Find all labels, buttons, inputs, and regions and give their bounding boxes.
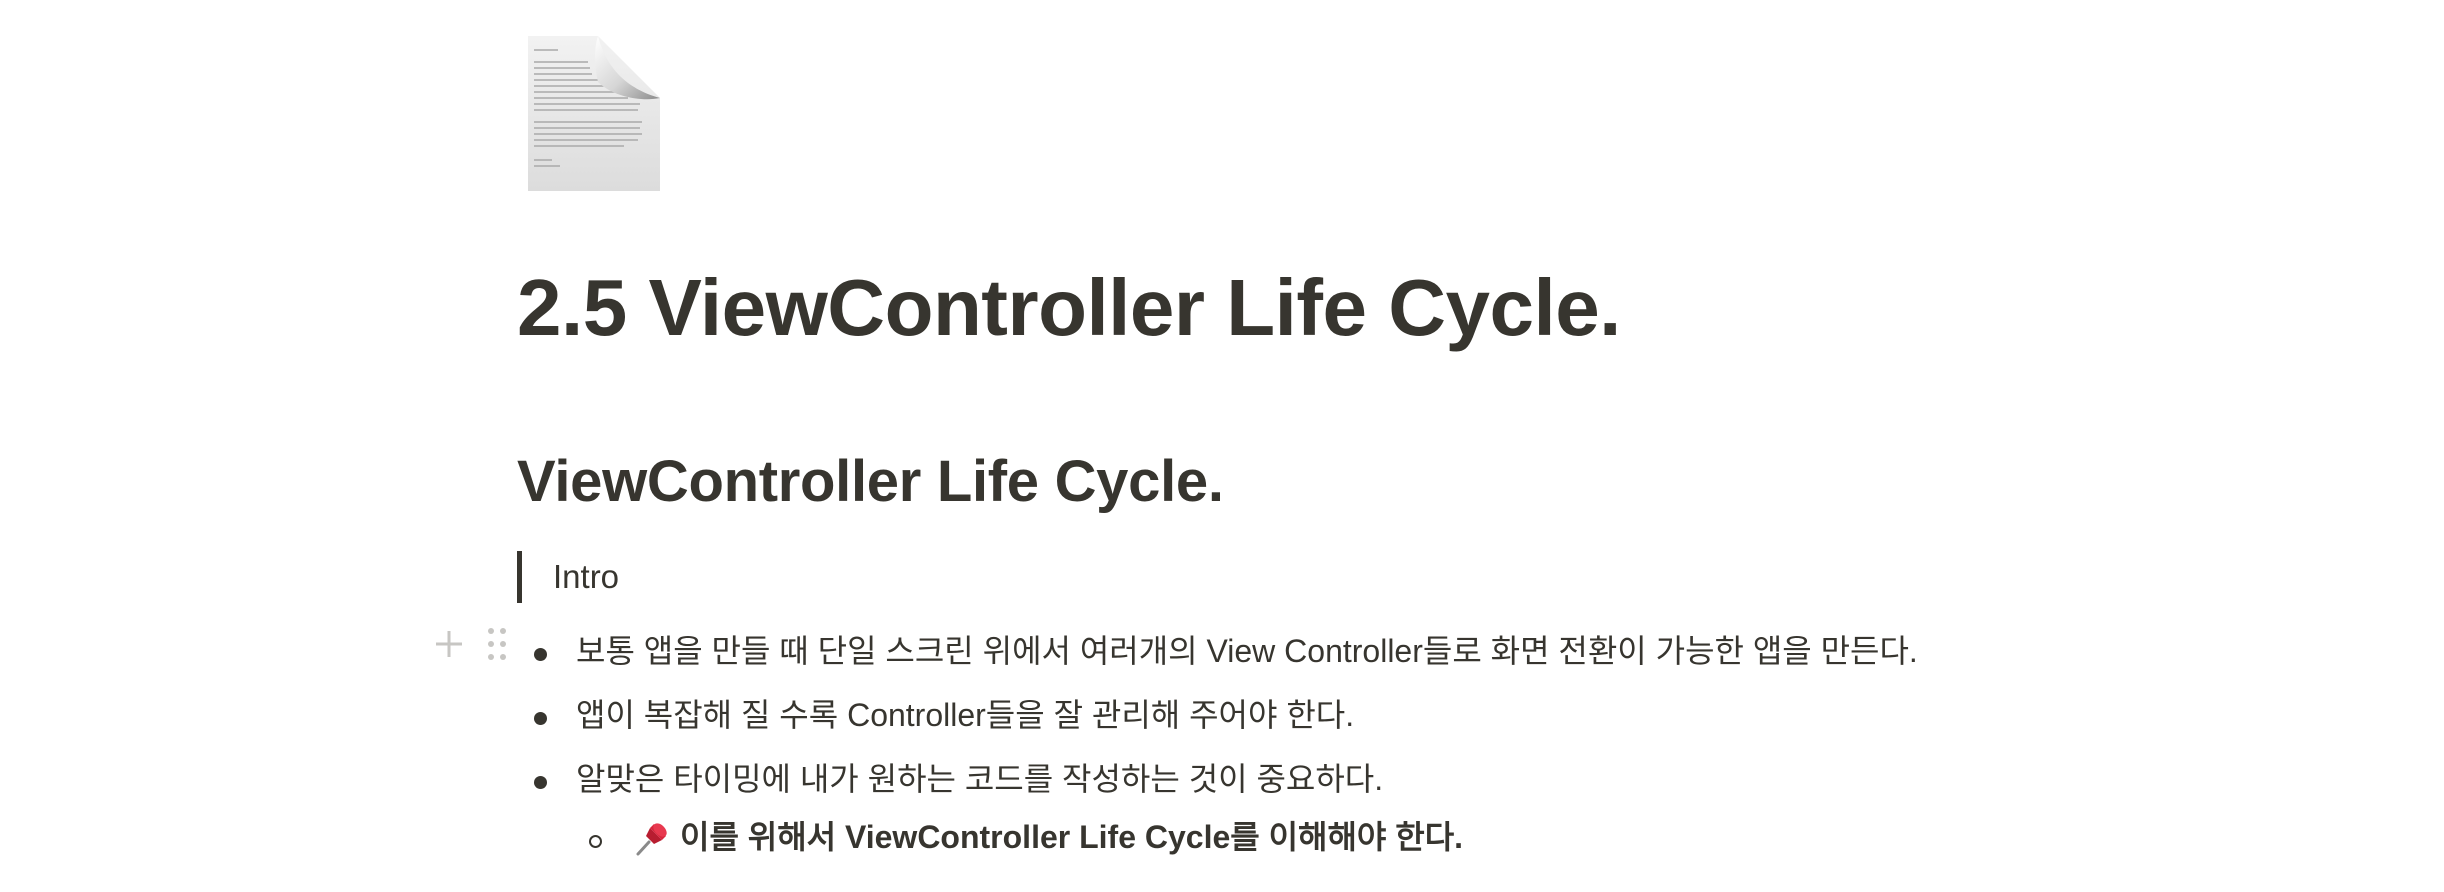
list-item-text: 앱이 복잡해 질 수록 Controller들을 잘 관리해 주어야 한다. (576, 697, 1355, 734)
list-item[interactable]: 알맞은 타이밍에 내가 원하는 코드를 작성하는 것이 중요하다. (520, 748, 1918, 812)
hollow-bullet-icon (589, 835, 602, 848)
page-title[interactable]: 2.5 ViewController Life Cycle. (517, 262, 1621, 354)
list-item-text: 이를 위해서 ViewController Life Cycle를 이해해야 한… (680, 819, 1464, 856)
list-item-text: 보통 앱을 만들 때 단일 스크린 위에서 여러개의 View Controll… (576, 633, 1918, 670)
quote-text: Intro (553, 558, 620, 596)
list-item-text: 알맞은 타이밍에 내가 원하는 코드를 작성하는 것이 중요하다. (576, 761, 1384, 798)
plus-icon[interactable] (432, 624, 466, 664)
nested-list: 이를 위해서 ViewController Life Cycle를 이해해야 한… (586, 806, 1463, 870)
pushpin-icon (632, 818, 672, 858)
list-item[interactable]: 앱이 복잡해 질 수록 Controller들을 잘 관리해 주어야 한다. (520, 684, 1918, 748)
bullet-dot-icon (534, 776, 547, 789)
quote-block[interactable]: Intro (517, 551, 619, 603)
list-item[interactable]: 이를 위해서 ViewController Life Cycle를 이해해야 한… (586, 806, 1463, 870)
block-handle (432, 624, 514, 664)
bulleted-list: 보통 앱을 만들 때 단일 스크린 위에서 여러개의 View Controll… (520, 620, 1918, 812)
section-heading[interactable]: ViewController Life Cycle. (517, 447, 1224, 517)
drag-handle-icon[interactable] (480, 624, 514, 664)
bullet-dot-icon (534, 648, 547, 661)
bullet-dot-icon (534, 712, 547, 725)
document-icon[interactable] (528, 36, 660, 191)
list-item[interactable]: 보통 앱을 만들 때 단일 스크린 위에서 여러개의 View Controll… (520, 620, 1918, 684)
